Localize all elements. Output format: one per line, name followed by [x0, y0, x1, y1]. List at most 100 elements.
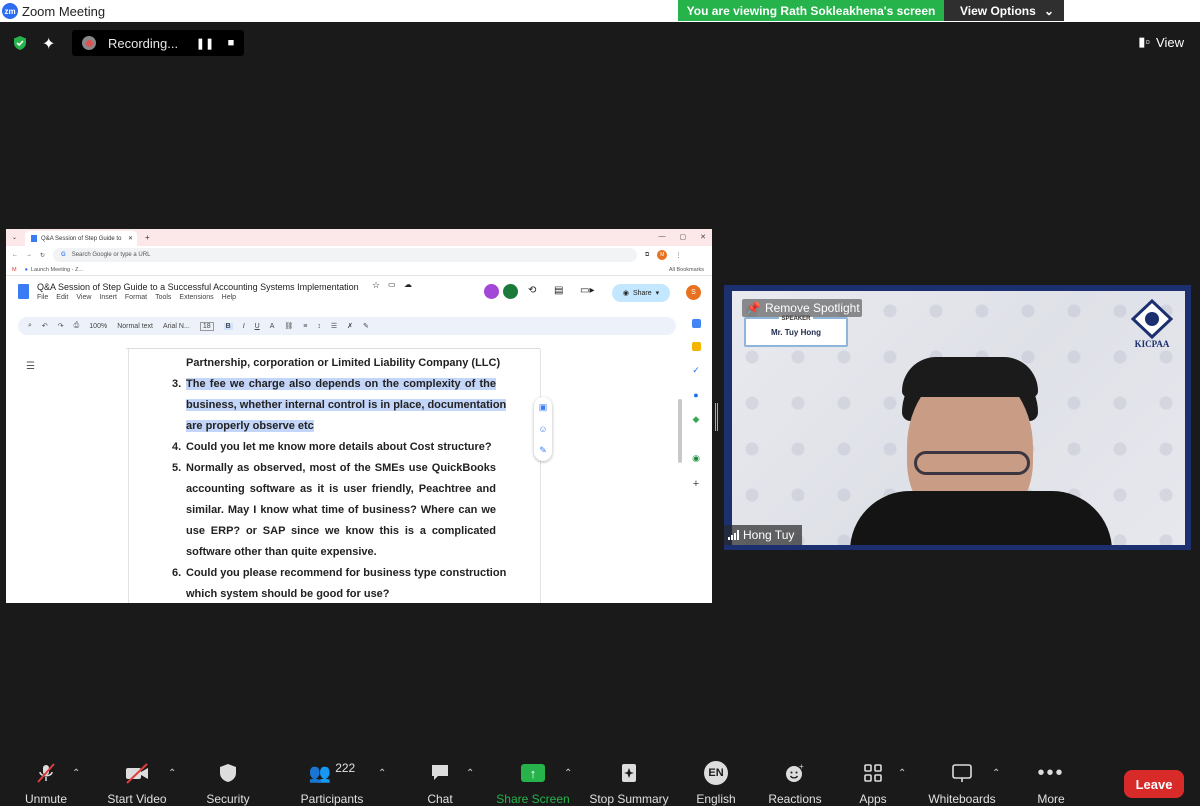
close-window-icon[interactable]: ✕ [700, 233, 706, 241]
extensions-icon[interactable]: ⧉ [645, 252, 649, 259]
whiteboards-caret-icon[interactable]: ⌃ [992, 768, 1000, 779]
docs-favicon-icon [31, 235, 38, 242]
participants-caret-icon[interactable]: ⌃ [378, 768, 386, 779]
menu-help[interactable]: Help [222, 294, 236, 301]
audio-options-caret-icon[interactable]: ⌃ [72, 768, 80, 779]
align-icon[interactable]: ≡ [303, 323, 307, 330]
print-icon[interactable]: ⎙ [74, 322, 80, 330]
document-body[interactable]: Partnership, corporation or Limited Liab… [172, 353, 506, 603]
user-avatar[interactable]: S [686, 285, 701, 300]
video-options-caret-icon[interactable]: ⌃ [168, 768, 176, 779]
close-tab-icon[interactable]: ✕ [128, 235, 133, 242]
document-outline-icon[interactable]: ☰ [26, 361, 35, 372]
cloud-icon[interactable]: ☁ [404, 280, 412, 289]
share-screen-button[interactable]: ↑ Share Screen [496, 758, 570, 806]
highlighted-text: The fee we charge also depends on the co… [186, 378, 496, 390]
tasks-icon[interactable]: ✓ [692, 365, 700, 376]
keep-icon[interactable] [691, 342, 701, 351]
profile-avatar[interactable]: M [657, 250, 668, 260]
apps-caret-icon[interactable]: ⌃ [898, 768, 906, 779]
bold-icon[interactable]: B [223, 322, 233, 330]
view-button[interactable]: ▮▫ View [1138, 34, 1184, 50]
meet-addon-icon[interactable]: ◉ [692, 453, 700, 464]
tab-list-icon[interactable]: ⌄ [12, 234, 17, 241]
minimize-icon[interactable]: — [659, 233, 666, 241]
scrollbar[interactable] [678, 399, 682, 463]
start-video-button[interactable]: Start Video [104, 758, 170, 806]
organization-logo: KICPAA [1130, 299, 1174, 349]
font-size-input[interactable]: 18 [199, 321, 214, 331]
underline-icon[interactable]: U [255, 323, 260, 330]
menu-format[interactable]: Format [125, 294, 147, 301]
stop-summary-button[interactable]: Stop Summary [588, 758, 670, 806]
zoom-select[interactable]: 100% [89, 323, 107, 330]
browser-menu-icon[interactable]: ⋮ [675, 252, 681, 259]
stop-recording-button[interactable]: ■ [224, 36, 238, 50]
chat-caret-icon[interactable]: ⌃ [466, 768, 474, 779]
add-comment-icon[interactable]: ▣ [539, 402, 548, 413]
star-icon[interactable]: ☆ [372, 280, 380, 291]
security-button[interactable]: Security [202, 758, 254, 806]
reactions-button[interactable]: + Reactions [766, 758, 824, 806]
menu-extensions[interactable]: Extensions [179, 294, 213, 301]
shield-check-icon[interactable] [12, 35, 28, 51]
highlighted-text: business, whether internal control is in… [186, 399, 507, 411]
style-select[interactable]: Normal text [117, 323, 153, 330]
back-icon[interactable]: ← [12, 252, 18, 258]
pause-recording-button[interactable]: ❚❚ [196, 36, 214, 50]
contacts-icon[interactable]: ● [693, 390, 698, 400]
chat-button[interactable]: Chat [420, 758, 460, 806]
menu-edit[interactable]: Edit [56, 294, 68, 301]
text-color-icon[interactable]: A [270, 323, 275, 330]
numbered-list-icon[interactable]: ☰ [331, 322, 337, 330]
menu-view[interactable]: View [76, 294, 91, 301]
meet-icon[interactable]: ▭▸ [580, 285, 594, 296]
browser-tab[interactable]: Q&A Session of Step Guide to ✕ [25, 231, 138, 246]
maximize-icon[interactable]: ▢ [680, 233, 687, 241]
reload-icon[interactable]: ↻ [40, 252, 45, 259]
gmail-icon[interactable]: M [12, 267, 17, 273]
calendar-icon[interactable] [691, 319, 701, 328]
editing-mode-icon[interactable]: ✎ [363, 322, 369, 330]
signal-strength-icon [728, 530, 739, 540]
share-caret-icon[interactable]: ⌃ [564, 768, 572, 779]
maps-icon[interactable]: ◆ [693, 414, 700, 425]
line-spacing-icon[interactable]: ↕ [317, 323, 321, 330]
address-bar[interactable]: G Search Google or type a URL [53, 248, 638, 262]
undo-icon[interactable]: ↶ [42, 322, 48, 330]
speaker-video[interactable]: SPEAKER Mr. Tuy Hong KICPAA 📌 Remove Spo… [724, 285, 1191, 550]
bookmark-item[interactable]: Launch Meeting - Z... [31, 267, 83, 273]
leave-button[interactable]: Leave [1124, 770, 1184, 798]
whiteboards-button[interactable]: Whiteboards [924, 758, 1000, 806]
link-icon[interactable]: ⛓ [284, 322, 293, 330]
docs-share-button[interactable]: ◉ Share ▾ [612, 284, 670, 302]
participants-button[interactable]: 👥 222 Participants [298, 758, 366, 806]
view-options-button[interactable]: View Options ⌄ [944, 0, 1064, 21]
menu-tools[interactable]: Tools [155, 294, 171, 301]
language-button[interactable]: EN English [692, 758, 740, 806]
remove-spotlight-button[interactable]: 📌 Remove Spotlight [742, 299, 862, 317]
all-bookmarks[interactable]: All Bookmarks [669, 267, 704, 273]
split-divider-handle[interactable] [715, 403, 718, 431]
font-select[interactable]: Arial N... [163, 323, 190, 330]
apps-button[interactable]: Apps [852, 758, 894, 806]
document-title[interactable]: Q&A Session of Step Guide to a Successfu… [37, 282, 359, 292]
menu-file[interactable]: File [37, 294, 48, 301]
clear-format-icon[interactable]: ✗ [347, 322, 353, 330]
redo-icon[interactable]: ↷ [58, 322, 64, 330]
recording-dot-icon [82, 36, 96, 50]
move-icon[interactable]: ▭ [388, 280, 396, 289]
more-button[interactable]: ••• More [1032, 758, 1070, 806]
emoji-reaction-icon[interactable]: ☺ [538, 424, 547, 434]
unmute-button[interactable]: Unmute [18, 758, 74, 806]
forward-icon[interactable]: → [26, 252, 32, 258]
italic-icon[interactable]: I [243, 323, 245, 330]
new-tab-icon[interactable]: + [145, 233, 150, 242]
search-icon[interactable]: ⌕ [28, 322, 32, 330]
ai-companion-icon[interactable]: ✦ [42, 34, 55, 54]
menu-insert[interactable]: Insert [99, 294, 117, 301]
add-on-plus-icon[interactable]: + [693, 478, 699, 490]
history-icon[interactable]: ⟲ [528, 285, 536, 296]
comments-icon[interactable]: ▤ [554, 285, 563, 296]
suggest-edit-icon[interactable]: ✎ [539, 445, 547, 456]
